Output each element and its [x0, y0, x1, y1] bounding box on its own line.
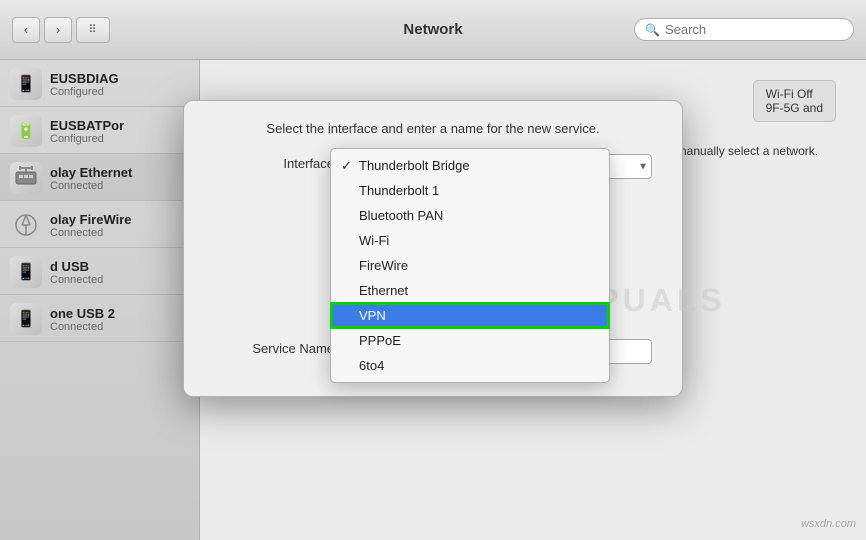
- dropdown-item-firewire[interactable]: FireWire: [331, 253, 609, 278]
- forward-button[interactable]: ›: [44, 17, 72, 43]
- nav-buttons: ‹ › ⠿: [12, 17, 110, 43]
- modal-dialog: Select the interface and enter a name fo…: [183, 100, 683, 397]
- dropdown-item-bluetooth-pan[interactable]: Bluetooth PAN: [331, 203, 609, 228]
- search-input[interactable]: [665, 22, 843, 37]
- interface-label: Interface: [214, 154, 334, 171]
- grid-button[interactable]: ⠿: [76, 17, 110, 43]
- back-button[interactable]: ‹: [12, 17, 40, 43]
- dropdown-item-6to4[interactable]: 6to4: [331, 353, 609, 378]
- interface-dropdown-menu[interactable]: Thunderbolt Bridge Thunderbolt 1 Bluetoo…: [330, 148, 610, 383]
- modal-title: Select the interface and enter a name fo…: [214, 121, 652, 136]
- dropdown-item-ethernet[interactable]: Ethernet: [331, 278, 609, 303]
- dropdown-item-thunderbolt-bridge[interactable]: Thunderbolt Bridge: [331, 153, 609, 178]
- search-box[interactable]: 🔍: [634, 18, 854, 41]
- window-title: Network: [403, 21, 462, 38]
- search-icon: 🔍: [645, 23, 660, 37]
- interface-input-area: ▼ Thunderbolt Bridge Thunderbolt 1 Bluet…: [340, 154, 652, 179]
- title-bar: ‹ › ⠿ Network 🔍: [0, 0, 866, 60]
- modal-overlay: Select the interface and enter a name fo…: [0, 60, 866, 540]
- dropdown-item-wi-fi[interactable]: Wi-Fi: [331, 228, 609, 253]
- main-content: 📱 EUSBDIAG Configured 🔋 EUSBATPor Config…: [0, 60, 866, 540]
- dropdown-item-thunderbolt-1[interactable]: Thunderbolt 1: [331, 178, 609, 203]
- dropdown-item-vpn[interactable]: VPN: [331, 303, 609, 328]
- service-name-label: Service Name: [214, 339, 334, 356]
- interface-row: Interface ▼ Thunderbolt Bridge Thunderbo…: [214, 154, 652, 179]
- right-panel: Wi-Fi Off 9F-5G and you will be joined a…: [200, 60, 866, 540]
- dropdown-item-pppoe[interactable]: PPPoE: [331, 328, 609, 353]
- dropdown-arrow-icon: ▼: [638, 161, 648, 172]
